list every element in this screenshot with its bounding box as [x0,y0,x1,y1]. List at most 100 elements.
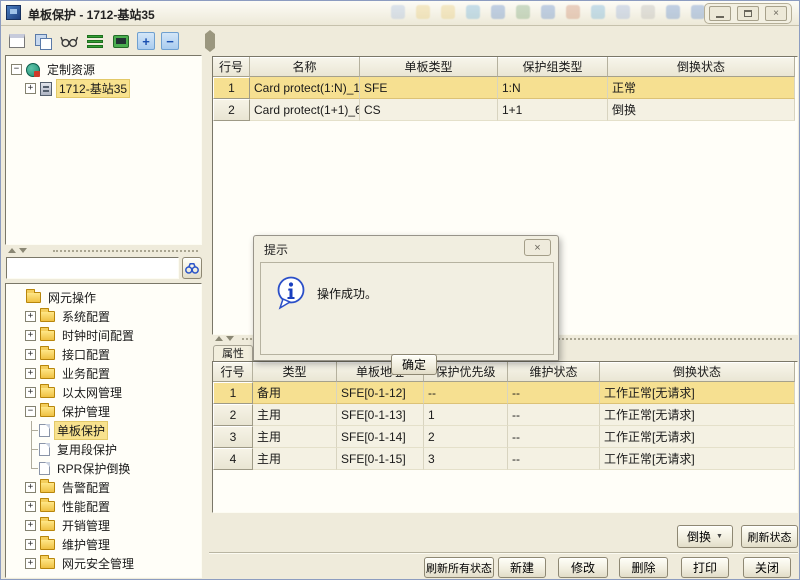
table-cell[interactable]: Card protect(1:N)_1 [250,77,360,99]
close-window-button[interactable]: 关闭 [743,557,791,578]
expand-expander[interactable]: + [25,501,36,512]
table-cell[interactable]: 1:N [498,77,608,99]
column-header[interactable]: 保护组类型 [498,57,608,77]
expand-expander[interactable]: + [25,539,36,550]
table-cell[interactable]: 工作正常[无请求] [600,382,795,404]
operation-tree-item[interactable]: + 维护管理 [6,535,201,554]
tab-properties[interactable]: 属性 [213,345,253,362]
table-row[interactable]: 1Card protect(1:N)_1SFE1:N正常 [213,77,795,99]
tree-item-label[interactable]: 开销管理 [59,516,113,535]
tree-item-label[interactable]: 1712-基站35 [56,79,130,98]
expand-expander[interactable]: + [25,311,36,322]
collapse-expander[interactable]: − [11,64,22,75]
operation-tree-item[interactable]: +接口配置 [6,345,201,364]
table-cell[interactable]: 工作正常[无请求] [600,426,795,448]
dialog-close-button[interactable]: × [524,239,551,256]
splitter-collapse-arrows[interactable] [215,336,234,341]
close-button[interactable]: × [765,6,787,21]
expand-expander[interactable]: + [25,558,36,569]
tree-item-label[interactable]: 以太网管理 [59,383,125,402]
expand-expander[interactable]: + [25,520,36,531]
table-cell[interactable]: 主用 [253,426,337,448]
expand-expander[interactable]: + [25,368,36,379]
maximize-button[interactable] [737,6,759,21]
tree-item-label[interactable]: 定制资源 [44,60,98,79]
operation-tree-item[interactable]: + 开销管理 [6,516,201,535]
tree-item-label[interactable]: 维护管理 [59,535,113,554]
terminal-button[interactable] [111,31,131,51]
operation-tree-item[interactable]: + 告警配置 [6,478,201,497]
operation-tree-item[interactable]: + 业务配置 [6,364,201,383]
table-cell[interactable]: CS [360,99,498,121]
table-cell[interactable]: 正常 [608,77,795,99]
table-cell[interactable]: Card protect(1+1)_68096 [250,99,360,121]
splitter-collapse-arrows[interactable] [8,248,27,253]
delete-button[interactable]: 删除 [619,557,668,578]
expand-expander[interactable]: + [25,330,36,341]
expand-expander[interactable]: + [25,482,36,493]
tree-item-label[interactable]: 业务配置 [59,364,113,383]
tree-item-label[interactable]: RPR保护倒换 [54,459,133,478]
column-header[interactable]: 行号 [213,57,250,77]
tree-item-label[interactable]: 告警配置 [59,478,113,497]
row-header-cell[interactable]: 1 [213,382,253,404]
table-cell[interactable]: 倒换 [608,99,795,121]
column-header[interactable]: 名称 [250,57,360,77]
collapse-all-button[interactable]: − [161,32,179,50]
table-cell[interactable]: SFE[0-1-12] [337,382,424,404]
table-row[interactable]: 2主用SFE[0-1-13]1--工作正常[无请求] [213,404,795,426]
column-header[interactable]: 类型 [253,362,337,382]
table-cell[interactable]: 主用 [253,448,337,470]
table-row[interactable]: 2Card protect(1+1)_68096CS1+1倒换 [213,99,795,121]
expand-all-button[interactable]: + [137,32,155,50]
table-cell[interactable]: SFE[0-1-14] [337,426,424,448]
operation-tree-item[interactable]: + 系统配置 [6,307,201,326]
table-cell[interactable]: -- [508,404,600,426]
tree-item-label[interactable]: 网元安全管理 [59,554,137,573]
column-header[interactable]: 行号 [213,362,253,382]
table-cell[interactable]: -- [508,448,600,470]
table-row[interactable]: 3主用SFE[0-1-14]2--工作正常[无请求] [213,426,795,448]
table-cell[interactable]: -- [508,382,600,404]
table-row[interactable]: 4主用SFE[0-1-15]3--工作正常[无请求] [213,448,795,470]
table-cell[interactable]: SFE[0-1-13] [337,404,424,426]
operation-tree-item[interactable]: +以太网管理 [6,383,201,402]
vertical-splitter[interactable] [205,34,213,48]
column-header[interactable]: 倒换状态 [608,57,795,77]
operation-tree-item[interactable]: + 网元安全管理 [6,554,201,573]
operation-tree-item[interactable]: +网元操作 [6,288,201,307]
table-cell[interactable]: -- [508,426,600,448]
ok-button[interactable]: 确定 [391,354,437,375]
tree-item-label[interactable]: 复用段保护 [54,440,120,459]
tree-item-label[interactable]: 接口配置 [59,345,113,364]
table-cell[interactable]: 工作正常[无请求] [600,448,795,470]
operation-tree-item[interactable]: + 时钟时间配置 [6,326,201,345]
table-cell[interactable]: 3 [424,448,508,470]
resource-tree-item[interactable]: +1712-基站35 [6,79,201,98]
search-button[interactable] [182,257,202,279]
tree-item-label[interactable]: 时钟时间配置 [59,326,137,345]
resource-tree-item[interactable]: − 定制资源 [6,60,201,79]
minimize-button[interactable] [709,6,731,21]
tree-item-label[interactable]: 性能配置 [59,497,113,516]
row-header-cell[interactable]: 2 [213,404,253,426]
tree-item-label[interactable]: 系统配置 [59,307,113,326]
row-header-cell[interactable]: 4 [213,448,253,470]
table-cell[interactable]: 1 [424,404,508,426]
expand-expander[interactable]: + [25,83,36,94]
operation-tree-item[interactable]: 复用段保护 [6,440,201,459]
tree-item-label[interactable]: 单板保护 [54,421,108,440]
table-cell[interactable]: -- [424,382,508,404]
operation-tree-item[interactable]: + 性能配置 [6,497,201,516]
refresh-status-button[interactable]: 刷新状态 [741,525,798,548]
copy-button[interactable] [33,31,53,51]
list-view-button[interactable] [85,31,105,51]
tree-item-label[interactable]: 网元操作 [45,288,99,307]
refresh-all-button[interactable]: 刷新所有状态 [424,557,494,578]
table-cell[interactable]: 备用 [253,382,337,404]
column-header[interactable]: 单板类型 [360,57,498,77]
print-button[interactable]: 打印 [681,557,729,578]
column-header[interactable]: 倒换状态 [600,362,795,382]
row-header-cell[interactable]: 2 [213,99,250,121]
column-header[interactable]: 维护状态 [508,362,600,382]
